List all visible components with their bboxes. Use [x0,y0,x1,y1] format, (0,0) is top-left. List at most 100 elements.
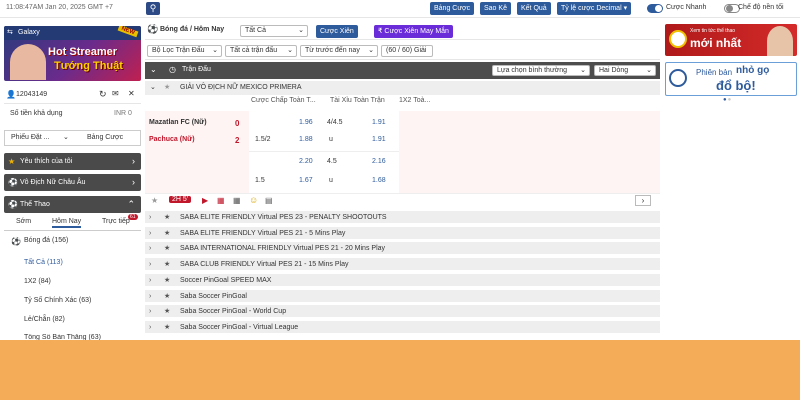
odds-cell[interactable]: 1.67 [299,177,313,184]
tab-early[interactable]: Sớm [16,218,31,225]
quick-bet-toggle[interactable] [647,4,663,13]
chevron-right-icon: › [149,229,152,237]
league-name: SABA ELITE FRIENDLY Virtual PES 21 - 5 M… [180,229,346,237]
play-icon[interactable]: ▶ [202,196,208,205]
odds-cell[interactable]: 2.20 [299,158,313,165]
matches-label: Trận Đấu [182,66,211,73]
team-home: Mazatlan FC (Nữ) [149,119,207,126]
chevron-right-icon: › [149,308,152,316]
menu-item-1x2[interactable]: 1X2 (84) [4,278,141,285]
tab-bet-list[interactable]: Bảng Cược [87,134,123,141]
refresh-icon[interactable]: ↻ [99,89,107,100]
tab-live[interactable]: Trực tiếp [102,218,130,225]
favorites-section[interactable]: ★ Yêu thích của tôi › [4,153,141,170]
match-tools: ★ 2H 5' ▶ ▦ ▦ ☺ ▤ › [145,193,660,208]
logo-badge [669,30,687,48]
banner-head-label: Galaxy [18,29,40,36]
sport-header: ⚽ Bóng đá / Hôm Nay Tất Cả ⌄ Cược Xiên ₹… [145,22,660,40]
market-select[interactable]: Tất Cả ⌄ [240,25,308,37]
chevron-down-icon: ⌄ [298,27,304,34]
league-row[interactable]: ⌄ ★ GIẢI VÔ ĐỊCH NỮ MEXICO PRIMERA [145,81,660,95]
sports-section[interactable]: ⚽ Thể Thao ⌃ [4,196,141,213]
tab-betslip[interactable]: Phiếu Đặt ... [11,134,50,141]
odds-cell[interactable]: 1.88 [299,136,313,143]
chevron-down-icon: ▾ [623,5,628,12]
banner-subtitle: Tướng Thuật [54,60,123,72]
chevron-right-icon: › [149,292,152,300]
odds-cell[interactable]: 1.91 [372,136,386,143]
chevron-down-icon: ⌄ [212,47,218,54]
person-image [767,26,793,56]
news-ad[interactable]: Xem tin tức thể thao mới nhất [665,24,797,56]
match-filter-select[interactable]: Bộ Lọc Trận Đấu ⌄ [147,45,222,57]
carousel-dots[interactable]: ●● [723,97,732,103]
bet-list-button[interactable]: Bảng Cược [430,2,475,15]
search-icon[interactable]: ⚲ [146,2,160,15]
star-icon[interactable]: ★ [164,305,170,318]
sport-soccer-label: Bóng đá (156) [24,237,69,244]
menu-item-correct-score[interactable]: Tỷ Số Chính Xác (63) [4,297,141,304]
betslip-tabs: Phiếu Đặt ... ⌄ Bảng Cược [4,130,141,146]
star-icon[interactable]: ★ [164,274,170,287]
ad2-small: Phiên bản [696,68,733,77]
star-icon[interactable]: ★ [164,227,170,240]
menu-item-all[interactable]: Tất Cả (113) [4,259,141,266]
star-icon[interactable]: ★ [164,211,170,224]
league-row[interactable]: › ★ Saba Soccer PinGoal [145,289,660,303]
field-icon[interactable]: ▦ [217,196,225,205]
balance-value: INR 0 [114,110,132,117]
period-select[interactable]: Từ trước đến nay ⌄ [300,45,378,57]
account-id: 12043149 [16,91,48,98]
odds-cell[interactable]: 2.16 [372,158,386,165]
parlay-button[interactable]: Cược Xiên [316,25,358,38]
menu-item-odd-even[interactable]: Lẻ/Chẵn (82) [4,316,141,323]
star-icon[interactable]: ★ [151,196,158,205]
league-count-button[interactable]: (60 / 60) Giải [381,45,433,57]
star-icon[interactable]: ★ [164,258,170,271]
league-row[interactable]: › ★ SABA INTERNATIONAL FRIENDLY Virtual PE… [145,242,660,256]
league-row[interactable]: › ★ SABA ELITE FRIENDLY Virtual PES 21 - 5… [145,226,660,240]
league-row[interactable]: › ★ Soccer PinGoal SPEED MAX [145,273,660,287]
league-name: Saba Soccer PinGoal [180,292,247,300]
star-icon[interactable]: ★ [164,321,170,334]
league-row[interactable]: › ★ SABA ELITE FRIENDLY Virtual PES 23 - P… [145,211,660,224]
odds-cell[interactable]: 1.91 [372,119,386,126]
odds-format-label: Tỷ lệ cược Decimal [561,5,622,12]
star-icon[interactable]: ★ [164,81,170,95]
sort-select[interactable]: Lựa chọn bình thường ⌄ [492,65,590,76]
app-ad[interactable]: Phiên bản nhỏ gọ đổ bộ! [665,62,797,96]
odds-cell[interactable]: 1.68 [372,177,386,184]
collapse-icon[interactable]: ⌄ [150,65,157,74]
top-bar: 11:08:47AM Jan 20, 2025 GMT +7 ⚲ Bảng Cư… [0,0,800,18]
league-row[interactable]: › ★ Saba Soccer PinGoal - Virtual League [145,320,660,334]
star-icon[interactable]: ★ [164,290,170,303]
league-row[interactable]: › ★ Saba Soccer PinGoal - World Cup [145,305,660,319]
chevron-down-icon: ⌄ [287,47,293,54]
time-tabs: Sớm Hôm Nay Trực tiếp 61 [4,214,141,231]
soccer-ball-icon: ⚽ [8,200,18,209]
grid-icon[interactable]: ▦ [233,196,241,205]
market-select-label: Tất Cả [245,27,267,34]
lines-select[interactable]: Hai Dòng ⌄ [594,65,656,76]
league-row[interactable]: › ★ SABA CLUB FRIENDLY Virtual PES 21 - 15… [145,258,660,272]
chat-icon[interactable]: ✉ [112,89,119,98]
all-matches-select[interactable]: Tất cả trận đấu ⌄ [225,45,297,57]
tab-today[interactable]: Hôm Nay [52,218,82,228]
odds-format-select[interactable]: Tỷ lệ cược Decimal ▾ [557,2,632,15]
soccer-ball-icon: ⚽ [11,237,21,246]
more-button[interactable]: › [635,195,651,206]
stats-icon[interactable]: ▤ [265,196,273,205]
euro-section[interactable]: ⚽ Vô Địch Nữ Châu Âu › [4,174,141,191]
over-under-header: Tài Xỉu Toàn Trận [330,97,385,104]
close-icon[interactable]: ✕ [128,89,135,98]
results-button[interactable]: Kết Quả [517,2,551,15]
odds-cell[interactable]: 1.96 [299,119,313,126]
emoji-icon[interactable]: ☺ [249,195,258,205]
promo-banner[interactable]: ⇆ Galaxy NEW Hot Streamer Tướng Thuật [4,26,141,81]
score-away: 2 [235,136,240,145]
star-icon[interactable]: ★ [164,242,170,255]
statement-button[interactable]: Sao Kê [480,2,511,15]
chevron-right-icon: › [149,214,152,221]
league-name: SABA CLUB FRIENDLY Virtual PES 21 - 15 M… [180,261,349,269]
lucky-parlay-button[interactable]: ₹ Cược Xiên May Mắn [374,25,453,38]
